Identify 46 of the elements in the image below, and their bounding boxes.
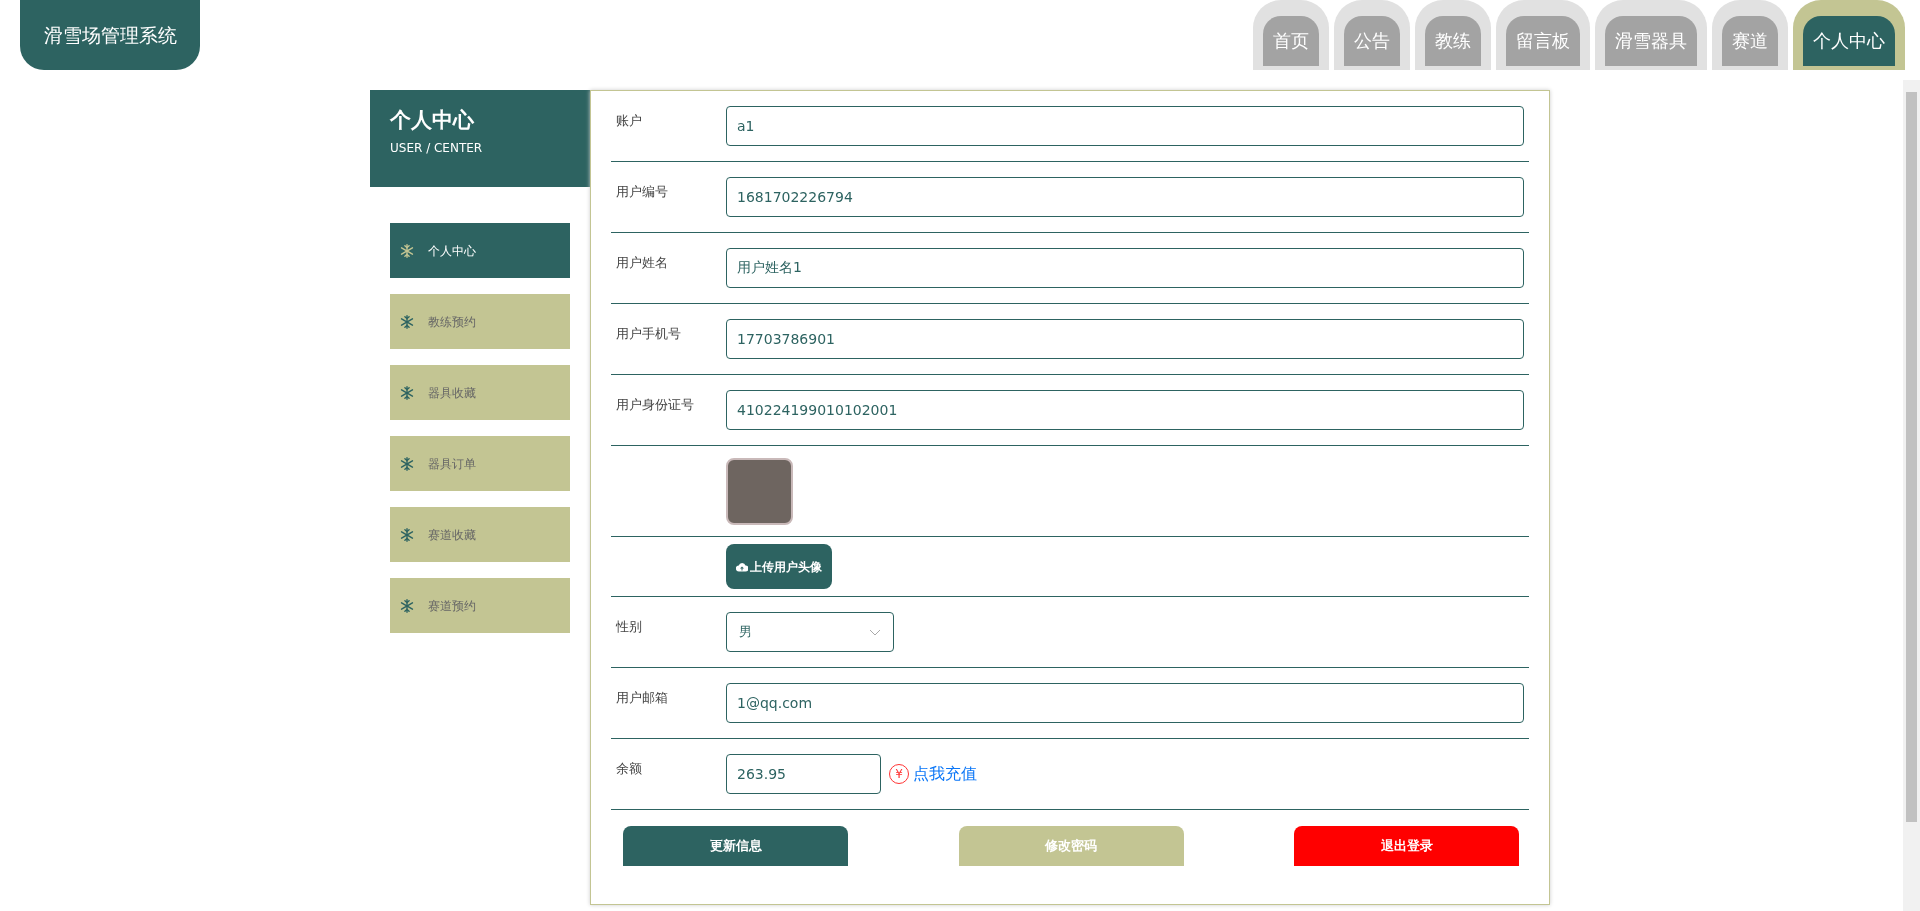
chevron-down-icon [869, 628, 881, 636]
sidebar-subtitle: USER / CENTER [390, 140, 484, 158]
action-button[interactable]: 退出登录 [1294, 826, 1519, 866]
sidebar-item[interactable]: 赛道预约 [390, 578, 570, 633]
cloud-upload-icon [736, 561, 748, 572]
snowflake-icon [400, 314, 414, 329]
site-logo-title: 滑雪场管理系统 [20, 0, 200, 70]
field-label: 账户 [616, 113, 642, 129]
text-field[interactable]: 1681702226794 [726, 177, 1524, 217]
text-field[interactable]: 410224199010102001 [726, 390, 1524, 430]
nav-tab[interactable]: 个人中心 [1793, 0, 1905, 70]
field-label: 余额 [616, 761, 642, 777]
sidebar-title: 个人中心 [390, 108, 475, 134]
field-label: 用户编号 [616, 184, 668, 200]
sidebar-item[interactable]: 个人中心 [390, 223, 570, 278]
scrollbar[interactable] [1903, 80, 1920, 911]
text-field[interactable]: a1 [726, 106, 1524, 146]
nav-tab[interactable]: 公告 [1334, 0, 1410, 70]
upload-avatar-button[interactable]: 上传用户头像 [726, 544, 832, 589]
recharge-link[interactable]: 点我充值 [913, 762, 977, 786]
sidebar-item[interactable]: 器具收藏 [390, 365, 570, 420]
text-field[interactable]: 1@qq.com [726, 683, 1524, 723]
text-field[interactable]: 17703786901 [726, 319, 1524, 359]
snowflake-icon [400, 456, 414, 471]
field-label: 用户身份证号 [616, 397, 694, 413]
field-label: 用户姓名 [616, 255, 668, 271]
avatar-photo-placeholder [726, 457, 793, 525]
action-button[interactable]: 更新信息 [623, 826, 848, 866]
snowflake-icon [400, 385, 414, 400]
balance-field[interactable]: 263.95 [726, 754, 881, 794]
snowflake-icon [400, 527, 414, 542]
text-field[interactable]: 用户姓名1 [726, 248, 1524, 288]
field-label: 性别 [616, 619, 642, 635]
field-label: 用户邮箱 [616, 690, 668, 706]
field-label: 用户手机号 [616, 326, 681, 342]
snowflake-icon [400, 598, 414, 613]
nav-tab[interactable]: 首页 [1253, 0, 1329, 70]
nav-tab[interactable]: 教练 [1415, 0, 1491, 70]
sidebar-item[interactable]: 教练预约 [390, 294, 570, 349]
nav-tab[interactable]: 赛道 [1712, 0, 1788, 70]
snowflake-icon [400, 243, 414, 258]
gender-select[interactable]: 男 [726, 612, 894, 652]
nav-tab[interactable]: 滑雪器具 [1595, 0, 1707, 70]
nav-tab[interactable]: 留言板 [1496, 0, 1590, 70]
sidebar-item[interactable]: 赛道收藏 [390, 507, 570, 562]
sidebar-item[interactable]: 器具订单 [390, 436, 570, 491]
